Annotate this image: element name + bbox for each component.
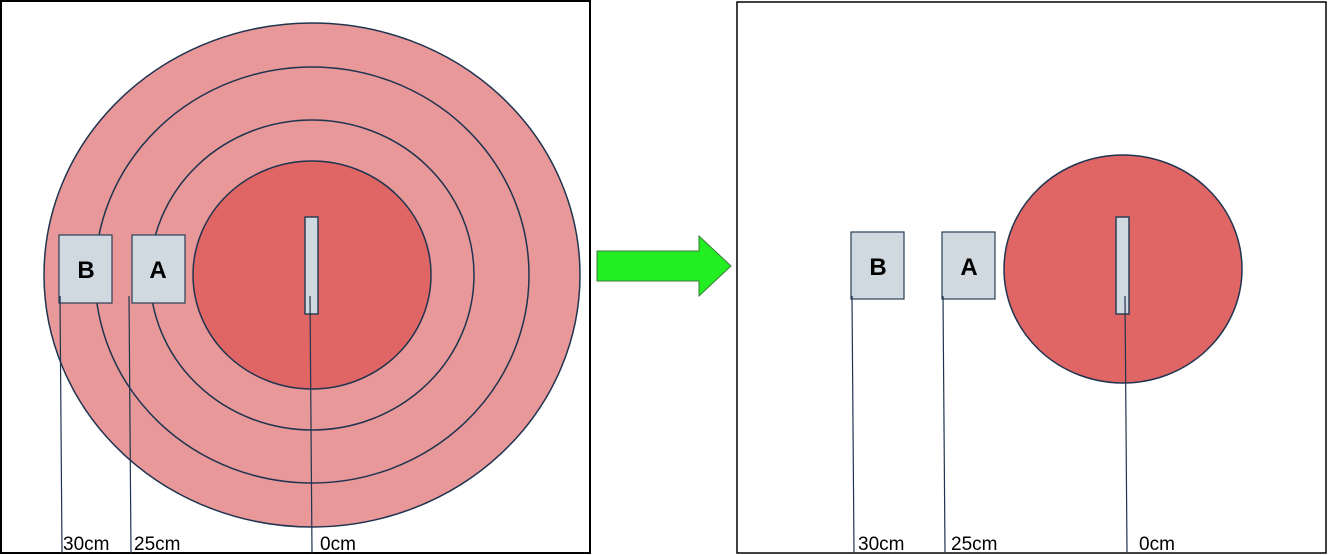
- center-rod: [304, 216, 319, 315]
- box-a-right-label: A: [960, 254, 977, 281]
- box-b-right: B: [850, 231, 905, 300]
- diagram-canvas: B A 30cm 25cm 0cm B A 30cm 25cm 0cm: [0, 0, 1327, 555]
- box-a-right: A: [941, 231, 996, 300]
- distance-label-0cm-right: 0cm: [1139, 534, 1175, 555]
- right-panel: B A 30cm 25cm 0cm: [736, 1, 1327, 555]
- box-b-right-label: B: [869, 254, 886, 281]
- box-a-label: A: [149, 257, 166, 284]
- left-panel: B A 30cm 25cm 0cm: [0, 0, 591, 555]
- box-a: A: [131, 234, 186, 304]
- distance-label-25cm-right: 25cm: [951, 534, 997, 555]
- distance-label-0cm: 0cm: [320, 534, 356, 555]
- distance-label-30cm: 30cm: [63, 534, 109, 555]
- distance-label-25cm: 25cm: [134, 534, 180, 555]
- distance-label-30cm-right: 30cm: [858, 534, 904, 555]
- box-b-label: B: [77, 257, 94, 284]
- box-b: B: [58, 234, 113, 304]
- right-arrow-icon: [596, 234, 732, 298]
- center-rod-right: [1115, 216, 1130, 315]
